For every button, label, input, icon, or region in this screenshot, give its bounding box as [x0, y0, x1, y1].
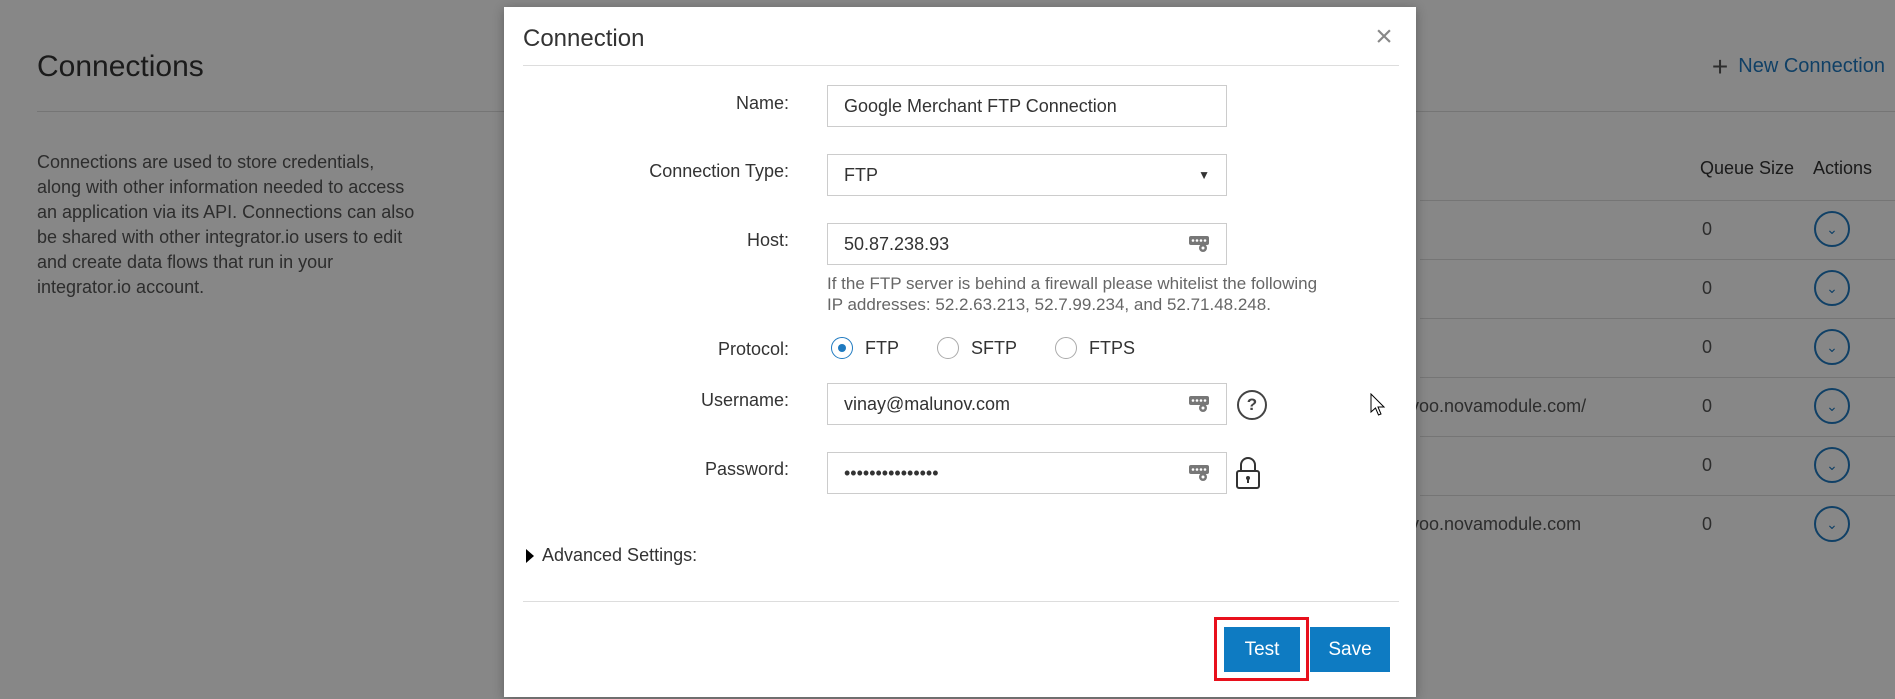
- protocol-label: Protocol:: [717, 339, 789, 359]
- name-input[interactable]: Google Merchant FTP Connection: [827, 85, 1227, 127]
- advanced-settings-toggle[interactable]: Advanced Settings:: [526, 545, 697, 566]
- username-label: Username:: [700, 390, 789, 410]
- lock-icon[interactable]: [1233, 456, 1263, 490]
- username-value: vinay@malunov.com: [844, 393, 1010, 414]
- radio-selected-icon: [831, 337, 853, 359]
- protocol-option-label: SFTP: [971, 337, 1018, 358]
- password-value: •••••••••••••••: [844, 462, 939, 483]
- highlight-box: [1214, 617, 1309, 681]
- name-label: Name:: [735, 93, 789, 113]
- connection-type-value: FTP: [844, 164, 878, 185]
- key-manager-icon[interactable]: [1188, 234, 1210, 254]
- divider: [523, 601, 1399, 602]
- protocol-option-sftp[interactable]: SFTP: [937, 337, 1017, 359]
- radio-icon: [1055, 337, 1078, 359]
- dropdown-caret-icon: ▼: [1198, 168, 1210, 182]
- key-manager-icon[interactable]: [1188, 394, 1210, 414]
- help-icon[interactable]: ?: [1237, 390, 1267, 420]
- caret-right-icon: [526, 548, 534, 563]
- protocol-option-ftps[interactable]: FTPS: [1055, 337, 1135, 359]
- protocol-option-ftp[interactable]: FTP: [831, 337, 899, 359]
- password-input[interactable]: •••••••••••••••: [827, 452, 1227, 494]
- username-input[interactable]: vinay@malunov.com: [827, 383, 1227, 425]
- save-button[interactable]: Save: [1310, 627, 1390, 672]
- dialog-title: Connection: [523, 25, 645, 52]
- host-input[interactable]: 50.87.238.93: [827, 223, 1227, 265]
- connection-type-select[interactable]: FTP ▼: [827, 154, 1227, 196]
- host-hint: If the FTP server is behind a firewall p…: [827, 274, 1318, 314]
- connection-dialog: Connection × Name: Google Merchant FTP C…: [504, 7, 1416, 697]
- name-value: Google Merchant FTP Connection: [844, 95, 1117, 116]
- protocol-option-label: FTPS: [1089, 337, 1136, 358]
- divider: [523, 65, 1399, 66]
- radio-icon: [937, 337, 959, 359]
- advanced-settings-label: Advanced Settings:: [542, 545, 698, 565]
- connection-type-label: Connection Type:: [649, 161, 789, 181]
- mouse-cursor-icon: [1370, 393, 1386, 416]
- close-icon[interactable]: ×: [1370, 22, 1398, 52]
- protocol-radio-group: FTP SFTP FTPS: [831, 337, 1135, 359]
- host-value: 50.87.238.93: [844, 233, 950, 254]
- host-label: Host:: [746, 230, 789, 250]
- key-manager-icon[interactable]: [1188, 463, 1210, 483]
- password-label: Password:: [704, 459, 789, 479]
- protocol-option-label: FTP: [865, 337, 899, 358]
